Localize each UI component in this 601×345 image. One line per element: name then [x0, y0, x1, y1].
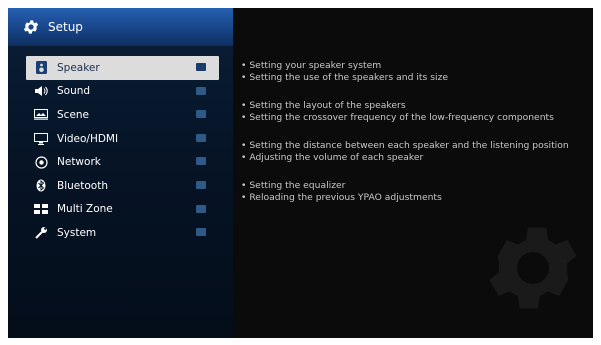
menu-item-bluetooth[interactable]: Bluetooth — [8, 174, 233, 198]
description-line: • Reloading the previous YPAO adjustment… — [241, 192, 442, 203]
background-gear-icon — [489, 227, 577, 309]
menu-item-label: Bluetooth — [57, 179, 108, 192]
menu-item-system[interactable]: System — [8, 221, 233, 245]
bluetooth-icon — [34, 179, 48, 193]
setup-header: Setup — [8, 8, 233, 46]
description-line: • Setting the crossover frequency of the… — [241, 112, 554, 123]
sound-icon — [34, 84, 48, 98]
folder-icon — [196, 86, 206, 95]
menu-item-label: Scene — [57, 108, 90, 121]
menu-item-label: Multi Zone — [57, 203, 113, 216]
description-line: • Setting the layout of the speakers — [241, 100, 406, 111]
description-panel: • Setting your speaker system • Setting … — [241, 60, 591, 220]
description-group: • Setting the layout of the speakers • S… — [241, 100, 591, 124]
video-hdmi-icon — [34, 132, 48, 146]
description-line: • Setting the use of the speakers and it… — [241, 72, 449, 83]
folder-icon — [196, 228, 206, 237]
menu-item-label: Network — [57, 156, 101, 169]
screen: Setup Speaker Sound Scene Video/HDMI Net… — [8, 8, 593, 338]
description-line: • Setting the equalizer — [241, 180, 346, 191]
menu-item-label: Speaker — [57, 61, 100, 74]
folder-icon — [196, 133, 206, 142]
folder-icon — [196, 157, 206, 166]
menu-item-multi-zone[interactable]: Multi Zone — [8, 198, 233, 222]
menu-item-label: Sound — [57, 85, 91, 98]
menu-item-label: Video/HDMI — [57, 132, 119, 145]
menu-item-scene[interactable]: Scene — [8, 103, 233, 127]
scene-icon — [34, 108, 48, 122]
description-line: • Adjusting the volume of each speaker — [241, 152, 424, 163]
description-group: • Setting the distance between each spea… — [241, 140, 591, 164]
menu-item-label: System — [57, 226, 97, 239]
description-line: • Setting your speaker system — [241, 60, 382, 71]
folder-icon — [196, 63, 206, 71]
gear-icon — [23, 20, 39, 34]
sidebar: Setup Speaker Sound Scene Video/HDMI Net… — [8, 8, 233, 338]
network-icon — [34, 155, 48, 169]
setup-menu: Speaker Sound Scene Video/HDMI Network B… — [8, 56, 233, 245]
folder-icon — [196, 180, 206, 189]
menu-item-network[interactable]: Network — [8, 150, 233, 174]
description-group: • Setting the equalizer • Reloading the … — [241, 180, 591, 204]
wrench-icon — [34, 226, 48, 240]
description-group: • Setting your speaker system • Setting … — [241, 60, 591, 84]
multi-zone-icon — [34, 202, 48, 216]
folder-icon — [196, 110, 206, 119]
folder-icon — [196, 204, 206, 213]
menu-item-video-hdmi[interactable]: Video/HDMI — [8, 127, 233, 151]
menu-item-speaker[interactable]: Speaker — [26, 56, 219, 80]
page-title: Setup — [48, 20, 83, 34]
speaker-icon — [34, 61, 48, 75]
menu-item-sound[interactable]: Sound — [8, 80, 233, 104]
description-line: • Setting the distance between each spea… — [241, 140, 569, 151]
